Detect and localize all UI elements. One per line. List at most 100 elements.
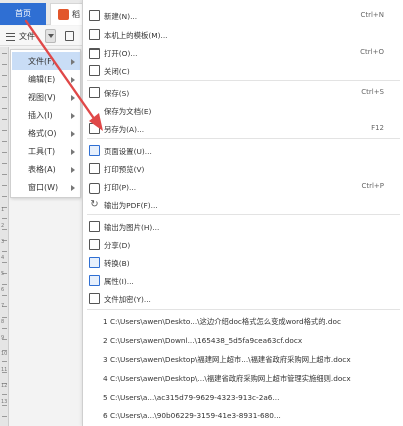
menu-item-save[interactable]: 保存(S) Ctrl+S bbox=[83, 83, 403, 102]
recent-file-item[interactable]: 1 C:\Users\awen\Deskto...\这边介绍doc格式怎么变成w… bbox=[83, 312, 403, 331]
ruler-tick bbox=[2, 295, 7, 296]
ruler-number: 8 bbox=[1, 319, 5, 325]
chevron-right-icon bbox=[71, 131, 75, 137]
chevron-right-icon bbox=[71, 167, 75, 173]
menu-item-save-as[interactable]: 另存为(A)... F12 bbox=[83, 119, 403, 138]
ruler-tick bbox=[2, 185, 7, 186]
menu-separator bbox=[87, 309, 400, 310]
encrypt-icon bbox=[89, 293, 100, 304]
submenu-item-table[interactable]: 表格(A) bbox=[12, 160, 80, 178]
ruler-tick bbox=[2, 405, 7, 406]
menu-item-templates[interactable]: 本机上的模板(M)... bbox=[83, 25, 403, 44]
ruler-number: 5 bbox=[1, 271, 5, 277]
document-icon[interactable] bbox=[65, 31, 74, 41]
wps-logo-icon bbox=[58, 9, 69, 20]
menu-item-save-as-doc[interactable]: 保存为文档(E) bbox=[83, 101, 403, 120]
print-preview-icon bbox=[89, 163, 100, 174]
chevron-right-icon bbox=[71, 113, 75, 119]
menu-item-print[interactable]: 打印(P)... Ctrl+P bbox=[83, 177, 403, 196]
ruler-tick bbox=[2, 64, 7, 65]
ruler-tick bbox=[2, 251, 7, 252]
hamburger-icon[interactable] bbox=[6, 33, 15, 41]
menu-separator bbox=[87, 138, 400, 139]
menu-item-page-setup[interactable]: 页面设置(U)... bbox=[83, 141, 403, 160]
submenu-item-edit[interactable]: 编辑(E) bbox=[12, 70, 80, 88]
menu-item-export-image[interactable]: 输出为图片(H)... bbox=[83, 217, 403, 236]
tab-home[interactable]: 首页 bbox=[0, 3, 46, 25]
ruler-tick bbox=[2, 174, 7, 175]
recent-file-item[interactable]: 4 C:\Users\awen\Desktop\...\福建省政府采购网上超市管… bbox=[83, 369, 403, 388]
ruler-tick bbox=[2, 86, 7, 87]
menu-item-encrypt[interactable]: 文件加密(Y)... bbox=[83, 289, 403, 308]
printer-icon bbox=[89, 183, 100, 194]
ruler-tick bbox=[2, 152, 7, 153]
file-dropdown-button[interactable] bbox=[45, 29, 56, 43]
ruler-number: 3 bbox=[1, 239, 5, 245]
ruler-tick bbox=[2, 119, 7, 120]
ruler-number: 11 bbox=[1, 367, 8, 373]
recent-file-item[interactable]: 3 C:\Users\awen\Desktop\福建网上超市...\福建省政府采… bbox=[83, 350, 403, 369]
recent-file-item[interactable]: 2 C:\Users\awen\Downl...\165438_5d5fa9ce… bbox=[83, 331, 403, 350]
menu-item-convert[interactable]: 转换(B) bbox=[83, 253, 403, 272]
convert-icon bbox=[89, 257, 100, 268]
ruler-tick bbox=[2, 163, 7, 164]
submenu-item-view[interactable]: 视图(V) bbox=[12, 88, 80, 106]
submenu-item-format[interactable]: 格式(O) bbox=[12, 124, 80, 142]
share-icon bbox=[89, 239, 100, 250]
menu-item-share[interactable]: 分享(D) bbox=[83, 235, 403, 254]
recent-file-item[interactable]: 6 C:\Users\a...\90b06229-3159-41e3-8931-… bbox=[83, 406, 403, 425]
ruler-tick bbox=[2, 141, 7, 142]
recent-file-item[interactable]: 5 C:\Users\a...\ac315d79-9629-4323-913c-… bbox=[83, 388, 403, 407]
ruler-number: 7 bbox=[1, 303, 5, 309]
submenu-item-window[interactable]: 窗口(W) bbox=[12, 178, 80, 196]
ruler-tick bbox=[2, 229, 7, 230]
menu-item-properties[interactable]: 属性(I)... bbox=[83, 271, 403, 290]
submenu-item-tools[interactable]: 工具(T) bbox=[12, 142, 80, 160]
menu-submenu: 文件(F) 编辑(E) 视图(V) 插入(I) 格式(O) 工具(T) 表格(A… bbox=[10, 49, 81, 198]
menu-item-print-preview[interactable]: 打印预览(V) bbox=[83, 159, 403, 178]
file-menu-button[interactable]: 文件 bbox=[19, 31, 35, 42]
menu-item-new[interactable]: 新建(N)... Ctrl+N bbox=[83, 6, 403, 25]
ruler-number: 9 bbox=[1, 335, 5, 341]
ruler-tick bbox=[2, 108, 7, 109]
ruler-number: 13 bbox=[1, 399, 8, 405]
save-icon bbox=[89, 87, 100, 98]
ruler-tick bbox=[2, 394, 7, 395]
vertical-ruler: 1 2 3 4 5 6 7 8 9 10 11 12 13 bbox=[0, 47, 9, 426]
ruler-number: 6 bbox=[1, 287, 5, 293]
chevron-right-icon bbox=[71, 185, 75, 191]
ruler-number: 10 bbox=[1, 351, 8, 357]
ruler-tick bbox=[2, 75, 7, 76]
menu-item-export-pdf[interactable]: ↻ 输出为PDF(F)... bbox=[83, 195, 403, 214]
ruler-tick bbox=[2, 262, 7, 263]
submenu-item-file[interactable]: 文件(F) bbox=[12, 52, 80, 70]
ruler-tick bbox=[2, 97, 7, 98]
submenu-item-insert[interactable]: 插入(I) bbox=[12, 106, 80, 124]
ruler-tick bbox=[2, 218, 7, 219]
chevron-right-icon bbox=[71, 149, 75, 155]
ruler-number: 2 bbox=[1, 223, 5, 229]
tab-document-label: 稻 bbox=[72, 10, 80, 19]
menu-separator bbox=[87, 80, 400, 81]
menu-item-open[interactable]: 打开(O)... Ctrl+O bbox=[83, 43, 403, 62]
ruler-tick bbox=[2, 53, 7, 54]
save-doc-icon bbox=[89, 105, 100, 116]
ruler-tick bbox=[2, 130, 7, 131]
save-as-icon bbox=[89, 123, 100, 134]
menu-item-close[interactable]: 关闭(C) bbox=[83, 61, 403, 80]
open-folder-icon bbox=[89, 48, 100, 59]
ruler-number: 12 bbox=[1, 383, 8, 389]
pdf-icon: ↻ bbox=[90, 199, 99, 210]
ruler-tick bbox=[2, 328, 7, 329]
ruler-number: 4 bbox=[1, 255, 5, 261]
chevron-right-icon bbox=[71, 59, 75, 65]
ruler-tick bbox=[2, 196, 7, 197]
chevron-right-icon bbox=[71, 95, 75, 101]
image-icon bbox=[89, 221, 100, 232]
ruler-tick bbox=[2, 361, 7, 362]
page-setup-icon bbox=[89, 145, 100, 156]
ruler-tick bbox=[2, 416, 7, 417]
new-doc-icon bbox=[89, 10, 100, 21]
template-icon bbox=[89, 29, 100, 40]
ruler-tick bbox=[2, 284, 7, 285]
